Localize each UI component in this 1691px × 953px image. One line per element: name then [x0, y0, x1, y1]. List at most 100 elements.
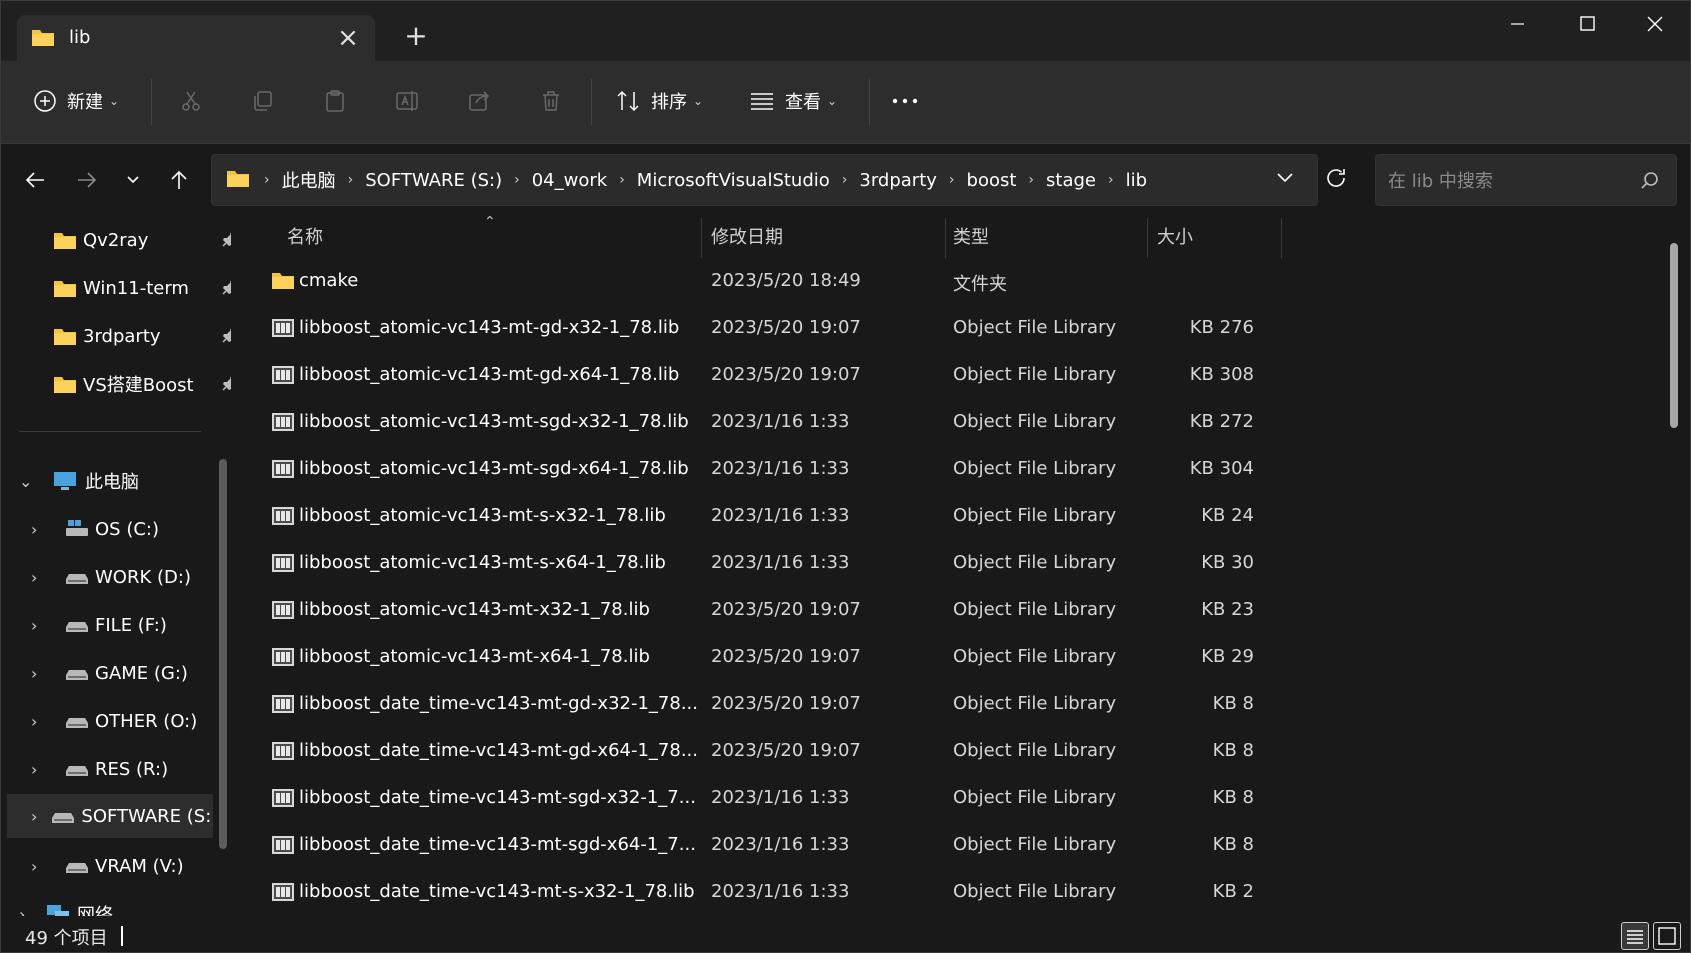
chevron-down-icon[interactable]: ⌄ — [19, 472, 39, 491]
plus-icon[interactable]: + — [401, 21, 431, 51]
chevron-right-icon[interactable]: › — [506, 172, 528, 188]
breadcrumb-item[interactable]: boost — [963, 170, 1021, 191]
table-row[interactable]: libboost_date_time-vc143-mt-sgd-x32-1_7.… — [239, 775, 1639, 822]
more-button[interactable] — [891, 83, 919, 119]
table-row[interactable]: libboost_atomic-vc143-mt-s-x64-1_78.lib 2… — [239, 540, 1639, 587]
sidebar-item-drive-c[interactable]: › OS (C:) — [31, 507, 221, 551]
breadcrumb-item[interactable]: lib — [1122, 170, 1151, 191]
up-button[interactable] — [161, 162, 197, 198]
column-header-type[interactable]: 类型 — [953, 214, 1133, 258]
quick-access-item[interactable]: Qv2ray — [53, 218, 231, 262]
chevron-right-icon[interactable]: › — [1020, 172, 1042, 188]
sidebar-item-network[interactable]: › 网络 — [19, 892, 209, 916]
table-row[interactable]: libboost_atomic-vc143-mt-gd-x64-1_78.lib… — [239, 352, 1639, 399]
paste-button[interactable] — [323, 83, 347, 119]
sidebar-item-drive-g[interactable]: › GAME (G:) — [31, 651, 221, 695]
search-icon[interactable] — [1640, 171, 1660, 195]
column-divider[interactable] — [701, 218, 702, 258]
breadcrumb-item[interactable]: MicrosoftVisualStudio — [633, 170, 834, 191]
tiles-view-button[interactable] — [1653, 922, 1681, 950]
maximize-icon[interactable] — [1557, 9, 1617, 45]
sidebar-item-this-pc[interactable]: ⌄ 此电脑 — [19, 459, 215, 503]
chevron-right-icon[interactable]: › — [31, 664, 51, 683]
delete-button[interactable] — [539, 83, 563, 119]
table-row[interactable]: libboost_date_time-vc143-mt-sgd-x64-1_7.… — [239, 822, 1639, 869]
table-row[interactable]: libboost_atomic-vc143-mt-sgd-x64-1_78.li… — [239, 446, 1639, 493]
table-row[interactable]: cmake 2023/5/20 18:49 文件夹 — [239, 258, 1639, 305]
minimize-icon[interactable] — [1487, 9, 1547, 45]
quick-access-item[interactable]: 3rdparty — [53, 314, 231, 358]
sort-button[interactable]: 排序 ⌄ — [615, 83, 703, 119]
chevron-right-icon[interactable]: › — [31, 857, 51, 876]
tab-lib[interactable]: lib × — [17, 15, 375, 61]
table-row[interactable]: libboost_atomic-vc143-mt-x32-1_78.lib 202… — [239, 587, 1639, 634]
sidebar-item-drive-o[interactable]: › OTHER (O:) — [31, 699, 221, 743]
chevron-right-icon[interactable]: › — [31, 520, 51, 539]
chevron-right-icon[interactable]: › — [31, 712, 51, 731]
chevron-right-icon[interactable]: › — [31, 807, 37, 826]
chevron-right-icon[interactable]: › — [31, 616, 51, 635]
recent-locations-button[interactable] — [115, 162, 151, 198]
table-row[interactable]: libboost_atomic-vc143-mt-sgd-x32-1_78.li… — [239, 399, 1639, 446]
table-row[interactable]: libboost_atomic-vc143-mt-s-x32-1_78.lib 2… — [239, 493, 1639, 540]
breadcrumb-item[interactable]: 3rdparty — [855, 170, 941, 191]
chevron-right-icon[interactable]: › — [1100, 172, 1122, 188]
refresh-button[interactable] — [1324, 166, 1348, 194]
chevron-right-icon[interactable]: › — [19, 905, 39, 917]
sidebar-divider — [19, 431, 201, 432]
table-row[interactable]: libboost_date_time-vc143-mt-s-x32-1_78.l… — [239, 869, 1639, 916]
address-bar[interactable]: › 此电脑 › SOFTWARE (S:) › 04_work › Micros… — [211, 154, 1318, 206]
drive-label: OS (C:) — [95, 518, 159, 540]
sidebar-scrollbar[interactable] — [219, 459, 227, 849]
pin-icon[interactable] — [221, 374, 231, 397]
chevron-right-icon[interactable]: › — [340, 172, 362, 188]
rename-icon — [395, 89, 421, 113]
sidebar-item-drive-r[interactable]: › RES (R:) — [31, 747, 221, 791]
column-divider[interactable] — [1281, 218, 1282, 258]
table-row[interactable]: libboost_date_time-vc143-mt-gd-x64-1_78.… — [239, 728, 1639, 775]
search-box[interactable] — [1375, 154, 1677, 206]
breadcrumb-item[interactable]: stage — [1042, 170, 1100, 191]
breadcrumb-item[interactable]: 04_work — [528, 170, 611, 191]
chevron-right-icon[interactable]: › — [611, 172, 633, 188]
rename-button[interactable] — [395, 83, 421, 119]
chevron-right-icon[interactable]: › — [834, 172, 856, 188]
pin-icon[interactable] — [221, 278, 231, 301]
view-button[interactable]: 查看 ⌄ — [749, 83, 837, 119]
chevron-right-icon[interactable]: › — [31, 760, 51, 779]
table-row[interactable]: libboost_atomic-vc143-mt-x64-1_78.lib 202… — [239, 634, 1639, 681]
breadcrumb-item[interactable]: 此电脑 — [278, 167, 340, 193]
copy-button[interactable] — [251, 83, 275, 119]
column-divider[interactable] — [1147, 218, 1148, 258]
share-button[interactable] — [467, 83, 491, 119]
table-row[interactable]: libboost_atomic-vc143-mt-gd-x32-1_78.lib… — [239, 305, 1639, 352]
table-row[interactable]: libboost_date_time-vc143-mt-gd-x32-1_78.… — [239, 681, 1639, 728]
column-header-date[interactable]: 修改日期 — [711, 214, 931, 258]
sidebar-item-drive-s[interactable]: › SOFTWARE (S:) — [7, 794, 213, 838]
pin-icon[interactable] — [221, 326, 231, 349]
breadcrumb-item[interactable]: SOFTWARE (S:) — [361, 170, 506, 191]
chevron-right-icon[interactable]: › — [31, 568, 51, 587]
column-header-size[interactable]: 大小 — [1157, 214, 1277, 258]
address-history-button[interactable] — [1275, 170, 1295, 190]
file-explorer-window: lib × + 新建 ⌄ 排序 ⌄ 查看 ⌄ › 此电脑 › SOFTWARE … — [0, 0, 1691, 953]
new-button[interactable]: 新建 ⌄ — [33, 83, 119, 119]
back-button[interactable] — [17, 162, 53, 198]
cut-button[interactable] — [179, 83, 203, 119]
arrow-right-icon — [78, 172, 97, 188]
search-input[interactable] — [1386, 163, 1630, 199]
quick-access-item[interactable]: Win11-term — [53, 266, 231, 310]
forward-button[interactable] — [69, 162, 105, 198]
column-header-name[interactable]: 名称 — [287, 214, 687, 258]
pin-icon[interactable] — [221, 230, 231, 253]
quick-access-item[interactable]: VS搭建Boost — [53, 362, 231, 406]
details-view-button[interactable] — [1621, 922, 1649, 950]
close-icon[interactable]: × — [333, 23, 363, 53]
sidebar-item-drive-d[interactable]: › WORK (D:) — [31, 555, 221, 599]
column-divider[interactable] — [945, 218, 946, 258]
sidebar-item-drive-f[interactable]: › FILE (F:) — [31, 603, 221, 647]
chevron-right-icon[interactable]: › — [941, 172, 963, 188]
file-list-scrollbar[interactable] — [1670, 243, 1678, 428]
sidebar-item-drive-v[interactable]: › VRAM (V:) — [31, 844, 221, 888]
close-window-icon[interactable] — [1625, 9, 1685, 45]
